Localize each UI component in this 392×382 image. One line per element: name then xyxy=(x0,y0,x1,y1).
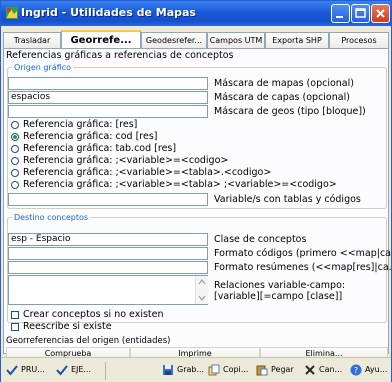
svg-text:?: ? xyxy=(354,366,358,375)
tab-campos-utm[interactable]: Campos UTM xyxy=(207,32,265,48)
paste-icon xyxy=(256,365,268,376)
radio-variable-tabla-codigo[interactable] xyxy=(11,169,19,177)
tab-georreferencias[interactable]: Georrefe... xyxy=(61,30,141,49)
minimize-button[interactable] xyxy=(331,4,350,23)
destination-group-label: Destino conceptos xyxy=(12,213,91,222)
radio-variable-tabla-variable-label[interactable]: Referencia gráfica: ;<variable>=<tabla> … xyxy=(23,179,337,190)
variables-label: Variable/s con tablas y códigos xyxy=(214,194,361,205)
title-bar[interactable]: Ingrid - Utilidades de Mapas xyxy=(1,1,391,26)
georef-label: Georreferencias del origen (entidades) xyxy=(6,336,171,346)
relations-label-1: Relaciones variable-campo: xyxy=(214,280,346,291)
paste-button[interactable]: Pegar xyxy=(255,362,297,380)
maximize-button[interactable] xyxy=(351,4,370,23)
window-title: Ingrid - Utilidades de Mapas xyxy=(21,6,196,19)
relations-label-2: [variable][=campo [clase]] xyxy=(214,291,343,302)
cancel-button[interactable]: Can... xyxy=(303,362,345,380)
tab-panel: Referencias gráficas a referencias de co… xyxy=(3,48,392,360)
help-icon: ? xyxy=(350,364,362,376)
radio-variable-codigo[interactable] xyxy=(11,157,19,165)
tab-geodesreferencias[interactable]: Geodesrefer... xyxy=(141,32,207,48)
concept-class-input[interactable]: esp - Espacio xyxy=(8,233,208,246)
layer-mask-label: Máscara de capas (opcional) xyxy=(214,92,350,103)
radio-tab-cod-res[interactable] xyxy=(11,145,19,153)
test-button[interactable]: PRU... xyxy=(5,362,47,380)
save-button[interactable]: Grab... xyxy=(161,362,204,380)
tab-procesos[interactable]: Procesos xyxy=(329,32,389,48)
radio-variable-codigo-label[interactable]: Referencia gráfica: ;<variable>=<codigo> xyxy=(23,155,228,166)
save-icon xyxy=(163,365,173,375)
variables-input[interactable] xyxy=(8,193,208,206)
minimize-icon xyxy=(336,16,343,18)
copy-button[interactable]: Copi... xyxy=(207,362,249,380)
check-icon xyxy=(56,365,68,376)
radio-variable-tabla-variable[interactable] xyxy=(11,181,19,189)
geo-mask-input[interactable] xyxy=(8,105,208,118)
tab-trasladar[interactable]: Trasladar xyxy=(3,32,61,48)
help-button[interactable]: ? Ayu... xyxy=(349,362,389,380)
overwrite-label[interactable]: Reescribe si existe xyxy=(23,321,112,332)
create-concepts-label[interactable]: Crear conceptos si no existen xyxy=(23,309,164,320)
close-icon xyxy=(376,9,385,18)
panel-heading: Referencias gráficas a referencias de co… xyxy=(6,50,234,61)
toolbar-separator xyxy=(105,362,106,380)
summary-format-input[interactable] xyxy=(8,261,208,274)
maximize-icon xyxy=(355,8,366,18)
app-icon xyxy=(6,7,18,19)
map-mask-label: Máscara de mapas (opcional) xyxy=(214,78,354,89)
radio-res[interactable] xyxy=(11,121,19,129)
radio-cod-res[interactable] xyxy=(11,133,19,141)
bottom-toolbar: PRU... EJE... Grab... Copi... Pegar Can.… xyxy=(1,357,391,382)
cancel-icon xyxy=(305,365,315,375)
radio-res-label[interactable]: Referencia gráfica: [res] xyxy=(23,119,137,130)
copy-icon xyxy=(208,364,220,376)
tab-strip: Trasladar Georrefe... Geodesrefer... Cam… xyxy=(3,30,389,49)
relations-scrollbar[interactable] xyxy=(195,276,208,304)
create-concepts-checkbox[interactable] xyxy=(11,311,19,319)
concept-class-label: Clase de conceptos xyxy=(214,234,307,245)
relations-textarea[interactable] xyxy=(8,275,208,305)
geo-mask-label: Máscara de geos (tipo [bloque]) xyxy=(214,106,366,117)
execute-button[interactable]: EJE... xyxy=(55,362,97,380)
code-format-input[interactable] xyxy=(8,247,208,260)
overwrite-checkbox[interactable] xyxy=(11,323,19,331)
layer-mask-input[interactable]: espacios xyxy=(8,91,208,104)
close-button[interactable] xyxy=(371,4,390,23)
origin-group-label: Origen gráfico xyxy=(12,63,74,72)
scroll-arrows-icon xyxy=(198,279,206,301)
tab-exporta-shp[interactable]: Exporta SHP xyxy=(265,32,329,48)
code-format-label: Formato códigos (primero <<map|ca... xyxy=(214,248,392,259)
radio-tab-cod-res-label[interactable]: Referencia gráfica: tab.cod [res] xyxy=(23,143,176,154)
map-mask-input[interactable] xyxy=(8,77,208,90)
summary-format-label: Formato resúmenes (<<map[res]|ca... xyxy=(214,262,392,273)
app-window: Ingrid - Utilidades de Mapas Trasladar G… xyxy=(0,0,392,382)
check-icon xyxy=(6,365,18,376)
radio-variable-tabla-codigo-label[interactable]: Referencia gráfica: ;<variable>=<tabla>.… xyxy=(23,167,271,178)
radio-cod-res-label[interactable]: Referencia gráfica: cod [res] xyxy=(23,131,157,142)
